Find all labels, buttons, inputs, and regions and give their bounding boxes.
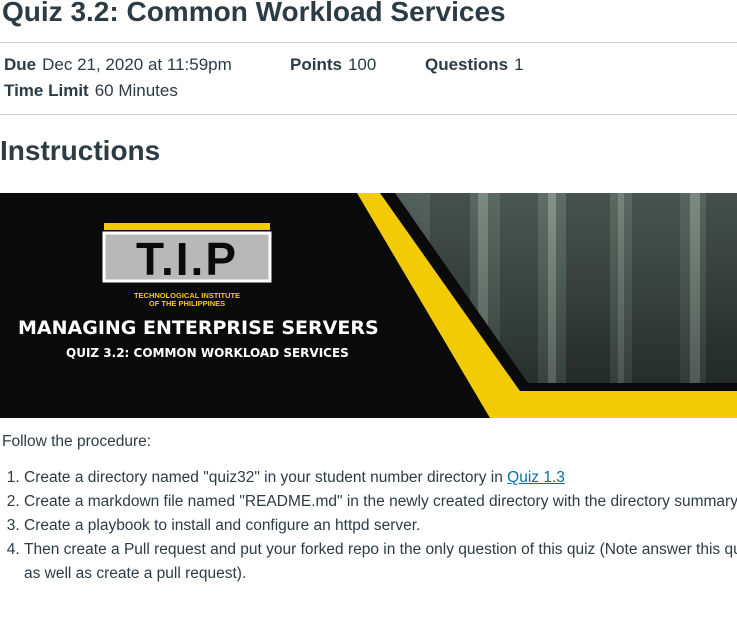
step-3-text: Create a playbook to install and configu… <box>24 517 421 534</box>
time-limit-value: 60 Minutes <box>94 81 178 100</box>
due-label: Due <box>4 55 37 74</box>
step-1-text: Create a directory named "quiz32" in you… <box>24 469 508 486</box>
course-title: MANAGING ENTERPRISE SERVERS <box>18 317 379 339</box>
points-value: 100 <box>347 55 377 74</box>
instructions-heading: Instructions <box>0 135 161 166</box>
questions-row: Questions 1 <box>425 55 524 75</box>
banner-image: T.I.P TECHNOLOGICAL INSTITUTE OF THE PHI… <box>0 193 737 418</box>
course-banner: T.I.P TECHNOLOGICAL INSTITUTE OF THE PHI… <box>0 193 737 418</box>
questions-label: Questions <box>425 55 509 74</box>
time-limit-label: Time Limit <box>4 81 89 100</box>
institute-line2: OF THE PHILIPPINES <box>149 299 225 308</box>
list-item: Create a markdown file named "README.md"… <box>24 490 737 514</box>
list-item: Create a directory named "quiz32" in you… <box>24 466 737 490</box>
step-2-text: Create a markdown file named "README.md"… <box>24 493 737 510</box>
quiz-title: Quiz 3.2: Common Workload Services <box>2 0 506 27</box>
due-value: Dec 21, 2020 at 11:59pm <box>42 55 232 74</box>
step-4-text: Then create a Pull request and put your … <box>24 541 737 582</box>
title-divider <box>0 42 737 43</box>
time-limit-row: Time Limit 60 Minutes <box>4 81 178 101</box>
points-label: Points <box>290 55 342 74</box>
due-row: Due Dec 21, 2020 at 11:59pm <box>4 55 232 75</box>
questions-value: 1 <box>514 55 524 74</box>
quiz-subtitle: QUIZ 3.2: COMMON WORKLOAD SERVICES <box>66 346 349 360</box>
details-divider <box>0 114 737 115</box>
list-item: Create a playbook to install and configu… <box>24 514 737 538</box>
logo-text: T.I.P <box>136 233 238 285</box>
procedure-list: Create a directory named "quiz32" in you… <box>0 466 737 586</box>
quiz-page: Quiz 3.2: Common Workload Services Due De… <box>0 0 737 642</box>
list-item: Then create a Pull request and put your … <box>24 538 737 586</box>
instructions-intro: Follow the procedure: <box>2 433 152 450</box>
points-row: Points 100 <box>290 55 376 75</box>
quiz-1-3-link[interactable]: Quiz 1.3 <box>507 469 565 486</box>
